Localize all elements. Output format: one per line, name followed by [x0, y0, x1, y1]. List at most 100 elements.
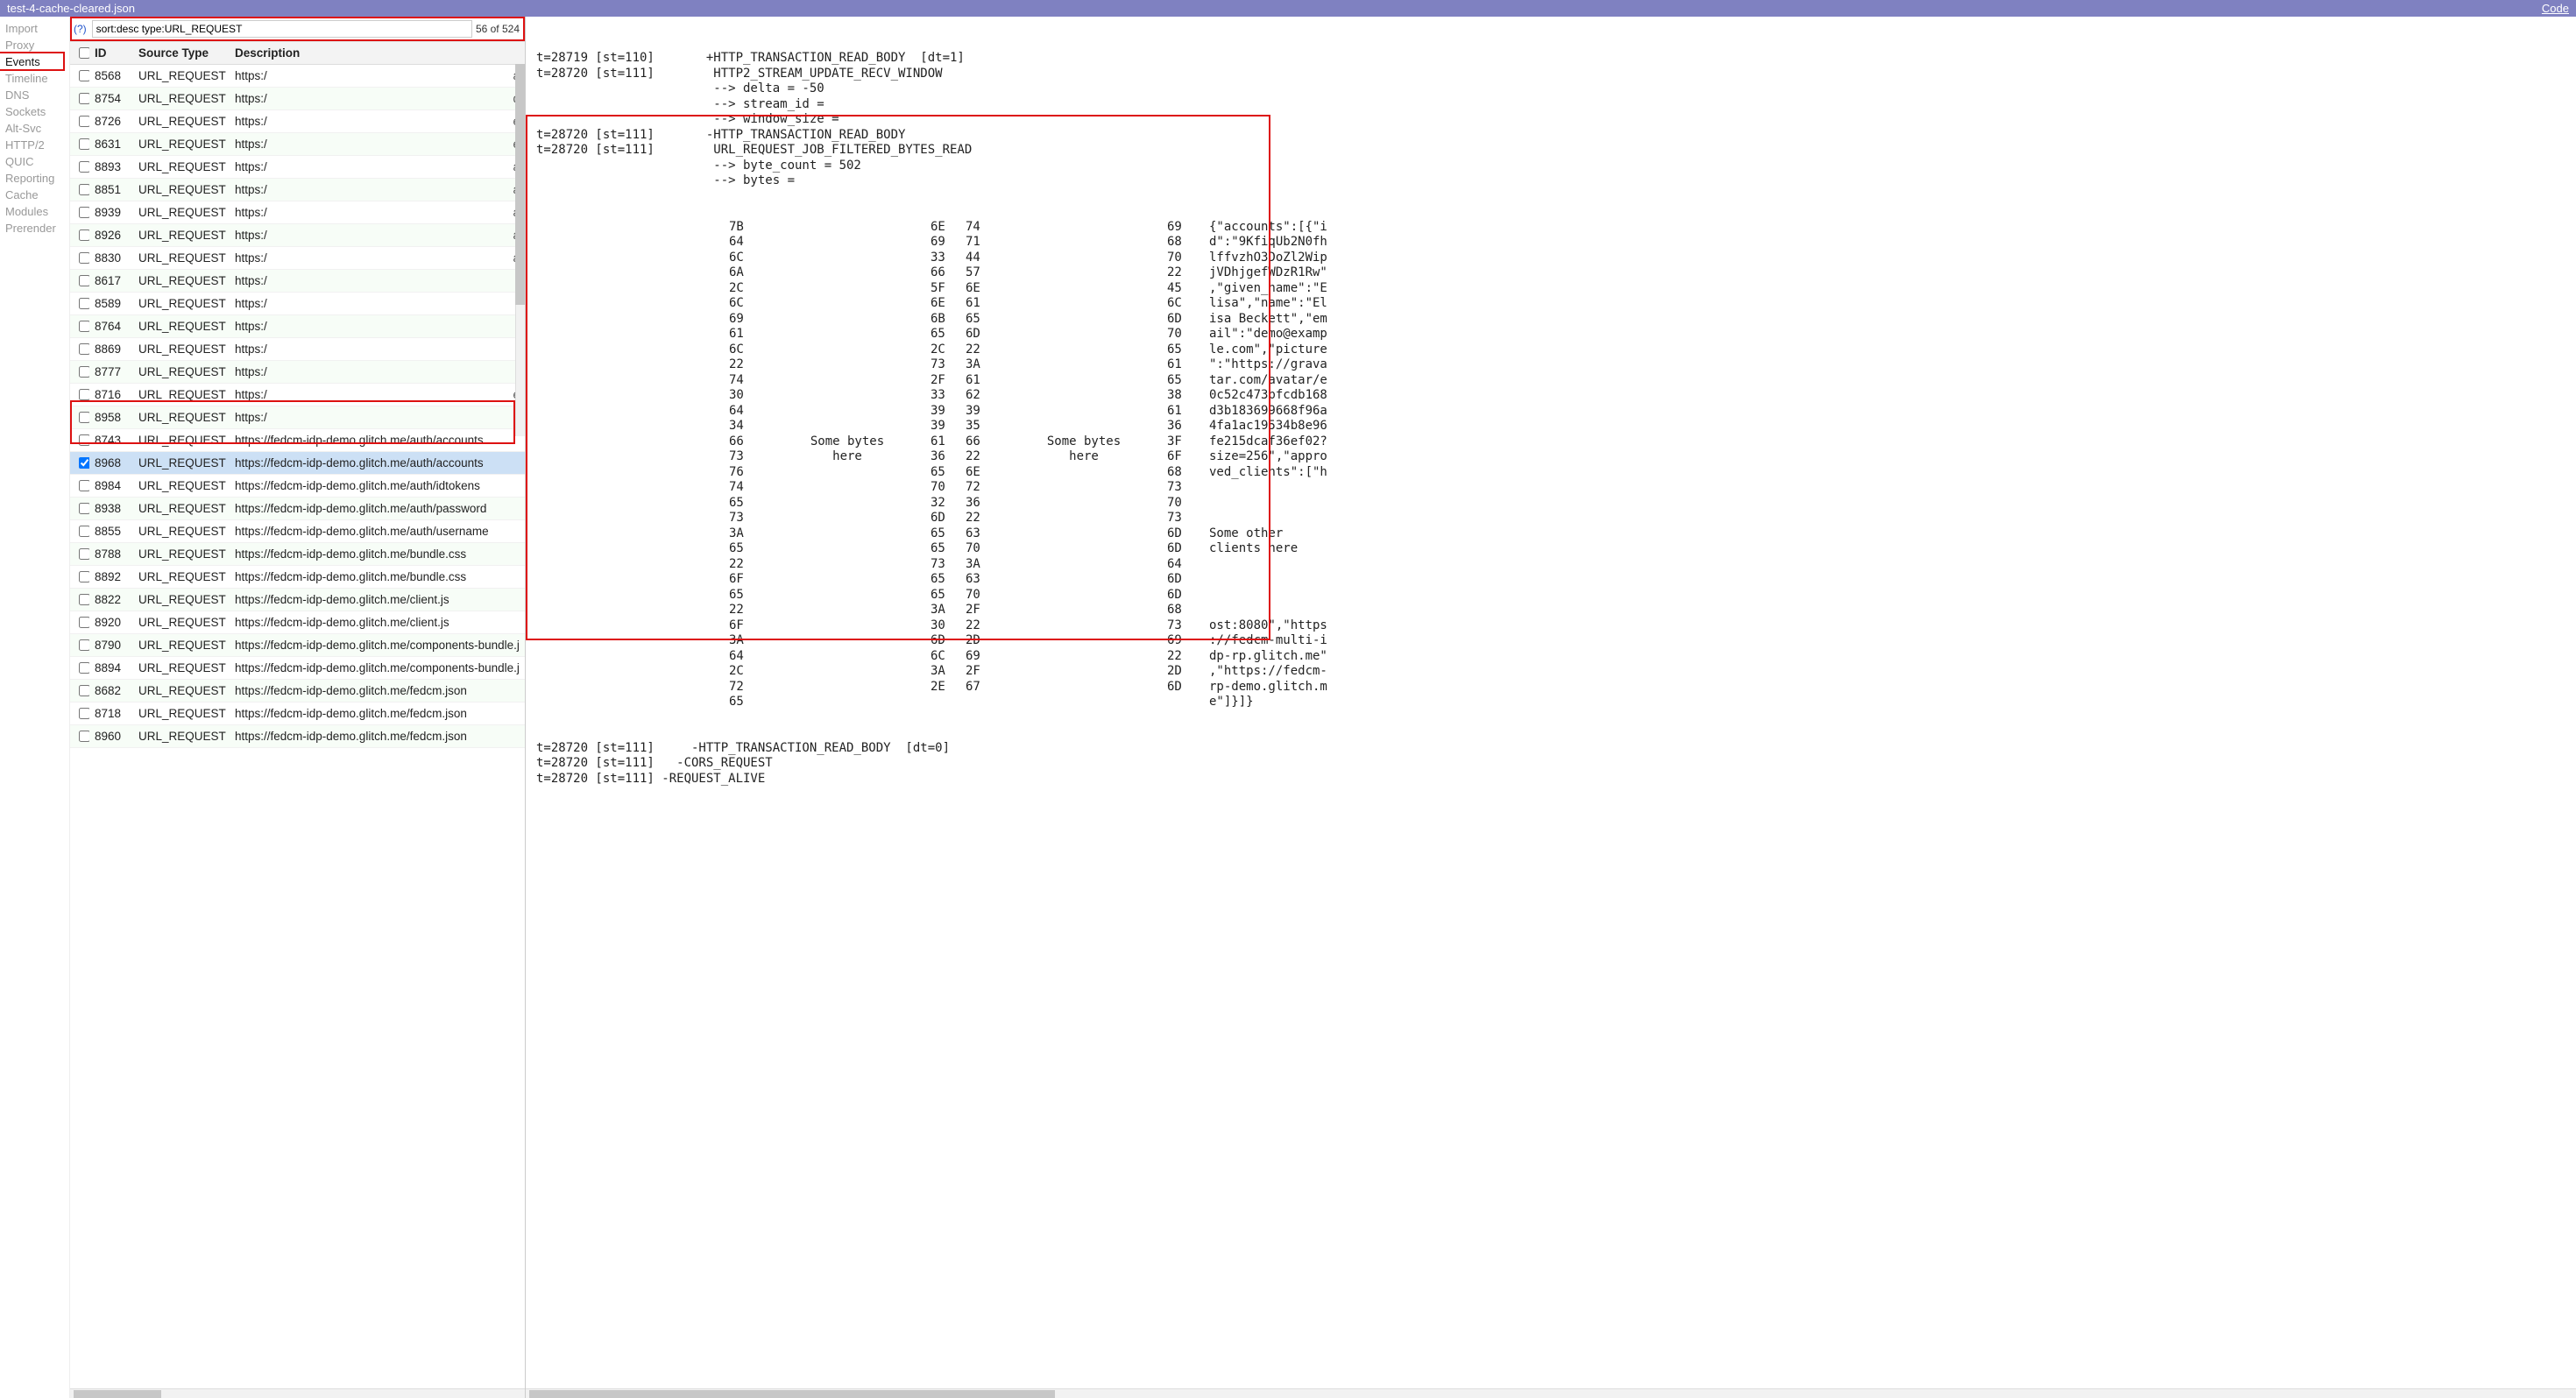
filter-help-link[interactable]: (?) [72, 23, 88, 35]
row-id: 8855 [89, 520, 133, 543]
row-source-type: URL_REQUEST [133, 133, 230, 156]
col-id[interactable]: ID [89, 42, 133, 65]
main-area: ImportProxyEventsTimelineDNSSocketsAlt-S… [0, 17, 2576, 1398]
row-id: 8754 [89, 88, 133, 110]
table-row[interactable]: 8822URL_REQUESThttps://fedcm-idp-demo.gl… [70, 589, 525, 611]
row-checkbox[interactable] [79, 321, 89, 332]
table-row[interactable]: 8788URL_REQUESThttps://fedcm-idp-demo.gl… [70, 543, 525, 566]
sidebar-item-http/2[interactable]: HTTP/2 [5, 137, 64, 153]
col-checkbox[interactable] [70, 42, 89, 65]
events-column: (?) 56 of 524 ID Source Type Description [70, 17, 526, 1398]
table-row[interactable]: 8777URL_REQUESThttps:/ [70, 361, 525, 384]
row-checkbox[interactable] [79, 480, 89, 491]
row-checkbox[interactable] [79, 526, 89, 537]
table-row[interactable]: 8894URL_REQUESThttps://fedcm-idp-demo.gl… [70, 657, 525, 680]
sidebar-item-dns[interactable]: DNS [5, 87, 64, 103]
table-row[interactable]: 8855URL_REQUESThttps://fedcm-idp-demo.gl… [70, 520, 525, 543]
table-row[interactable]: 8893URL_REQUESThttps:/a [70, 156, 525, 179]
row-checkbox[interactable] [79, 662, 89, 674]
table-row[interactable]: 8790URL_REQUESThttps://fedcm-idp-demo.gl… [70, 634, 525, 657]
detail-pane[interactable]: t=28719 [st=110] +HTTP_TRANSACTION_READ_… [526, 17, 2576, 1398]
row-checkbox[interactable] [79, 617, 89, 628]
col-source-type[interactable]: Source Type [133, 42, 230, 65]
sidebar-item-alt-svc[interactable]: Alt-Svc [5, 120, 64, 137]
row-description: https:/a [230, 65, 525, 88]
table-row[interactable]: 8984URL_REQUESThttps://fedcm-idp-demo.gl… [70, 475, 525, 498]
events-hscroll-thumb[interactable] [74, 1390, 161, 1398]
row-id: 8869 [89, 338, 133, 361]
table-row[interactable]: 8631URL_REQUESThttps:/e [70, 133, 525, 156]
table-row[interactable]: 8743URL_REQUESThttps://fedcm-idp-demo.gl… [70, 429, 525, 452]
table-row[interactable]: 8754URL_REQUESThttps:/d [70, 88, 525, 110]
table-row[interactable]: 8960URL_REQUESThttps://fedcm-idp-demo.gl… [70, 725, 525, 748]
col-description[interactable]: Description [230, 42, 525, 65]
row-checkbox[interactable] [79, 503, 89, 514]
row-checkbox[interactable] [79, 70, 89, 81]
table-row[interactable]: 8851URL_REQUESThttps:/a [70, 179, 525, 201]
row-checkbox[interactable] [79, 138, 89, 150]
detail-hscroll[interactable] [526, 1388, 2576, 1398]
row-checkbox[interactable] [79, 571, 89, 582]
hex-row: 6C6E616Clisa","name":"El [729, 296, 2567, 312]
row-description: https:/a [230, 247, 525, 270]
row-checkbox[interactable] [79, 343, 89, 355]
row-checkbox[interactable] [79, 298, 89, 309]
row-checkbox[interactable] [79, 366, 89, 378]
table-row[interactable]: 8764URL_REQUESThttps:/ [70, 315, 525, 338]
row-checkbox[interactable] [79, 93, 89, 104]
table-row[interactable]: 8938URL_REQUESThttps://fedcm-idp-demo.gl… [70, 498, 525, 520]
table-row[interactable]: 8892URL_REQUESThttps://fedcm-idp-demo.gl… [70, 566, 525, 589]
table-row[interactable]: 8939URL_REQUESThttps:/a [70, 201, 525, 224]
sidebar-item-prerender[interactable]: Prerender [5, 220, 64, 237]
table-row[interactable]: 8926URL_REQUESThttps:/a [70, 224, 525, 247]
row-checkbox[interactable] [79, 389, 89, 400]
row-checkbox[interactable] [79, 252, 89, 264]
table-row[interactable]: 8682URL_REQUESThttps://fedcm-idp-demo.gl… [70, 680, 525, 703]
row-checkbox[interactable] [79, 412, 89, 423]
sidebar-item-modules[interactable]: Modules [5, 203, 64, 220]
sidebar-item-quic[interactable]: QUIC [5, 153, 64, 170]
row-checkbox[interactable] [79, 229, 89, 241]
row-checkbox[interactable] [79, 731, 89, 742]
table-row[interactable]: 8726URL_REQUESThttps:/e [70, 110, 525, 133]
row-checkbox[interactable] [79, 548, 89, 560]
table-row[interactable]: 8830URL_REQUESThttps:/a [70, 247, 525, 270]
row-source-type: URL_REQUEST [133, 498, 230, 520]
row-description: https://fedcm-idp-demo.glitch.me/compone… [230, 657, 525, 680]
filter-input[interactable] [92, 20, 472, 38]
sidebar-item-events[interactable]: Events [5, 53, 64, 70]
row-checkbox[interactable] [79, 708, 89, 719]
row-checkbox[interactable] [79, 275, 89, 286]
sidebar-item-sockets[interactable]: Sockets [5, 103, 64, 120]
table-row[interactable]: 8568URL_REQUESThttps:/a [70, 65, 525, 88]
row-checkbox[interactable] [79, 639, 89, 651]
table-row[interactable]: 8617URL_REQUESThttps:/ [70, 270, 525, 293]
row-checkbox[interactable] [79, 207, 89, 218]
table-row[interactable]: 8718URL_REQUESThttps://fedcm-idp-demo.gl… [70, 703, 525, 725]
row-checkbox[interactable] [79, 161, 89, 173]
row-checkbox[interactable] [79, 594, 89, 605]
sidebar-item-proxy[interactable]: Proxy [5, 37, 64, 53]
row-source-type: URL_REQUEST [133, 88, 230, 110]
row-checkbox[interactable] [79, 184, 89, 195]
detail-hscroll-thumb[interactable] [529, 1390, 1055, 1398]
row-source-type: URL_REQUEST [133, 361, 230, 384]
events-table-wrap[interactable]: ID Source Type Description 8568URL_REQUE… [70, 42, 525, 1388]
row-checkbox[interactable] [79, 116, 89, 127]
sidebar-item-import[interactable]: Import [5, 20, 64, 37]
row-checkbox[interactable] [79, 685, 89, 696]
sidebar-item-reporting[interactable]: Reporting [5, 170, 64, 187]
sidebar-item-timeline[interactable]: Timeline [5, 70, 64, 87]
table-row[interactable]: 8958URL_REQUESThttps:/ [70, 406, 525, 429]
table-row[interactable]: 8589URL_REQUESThttps:/r [70, 293, 525, 315]
table-row[interactable]: 8920URL_REQUESThttps://fedcm-idp-demo.gl… [70, 611, 525, 634]
sidebar-item-cache[interactable]: Cache [5, 187, 64, 203]
vertical-scrollbar-thumb[interactable] [515, 60, 525, 305]
row-checkbox[interactable] [79, 434, 89, 446]
table-row[interactable]: 8716URL_REQUESThttps:/e [70, 384, 525, 406]
table-row[interactable]: 8968URL_REQUESThttps://fedcm-idp-demo.gl… [70, 452, 525, 475]
row-checkbox[interactable] [79, 457, 89, 469]
table-row[interactable]: 8869URL_REQUESThttps:/ [70, 338, 525, 361]
code-link[interactable]: Code [2542, 2, 2569, 15]
events-hscroll[interactable] [70, 1388, 525, 1398]
